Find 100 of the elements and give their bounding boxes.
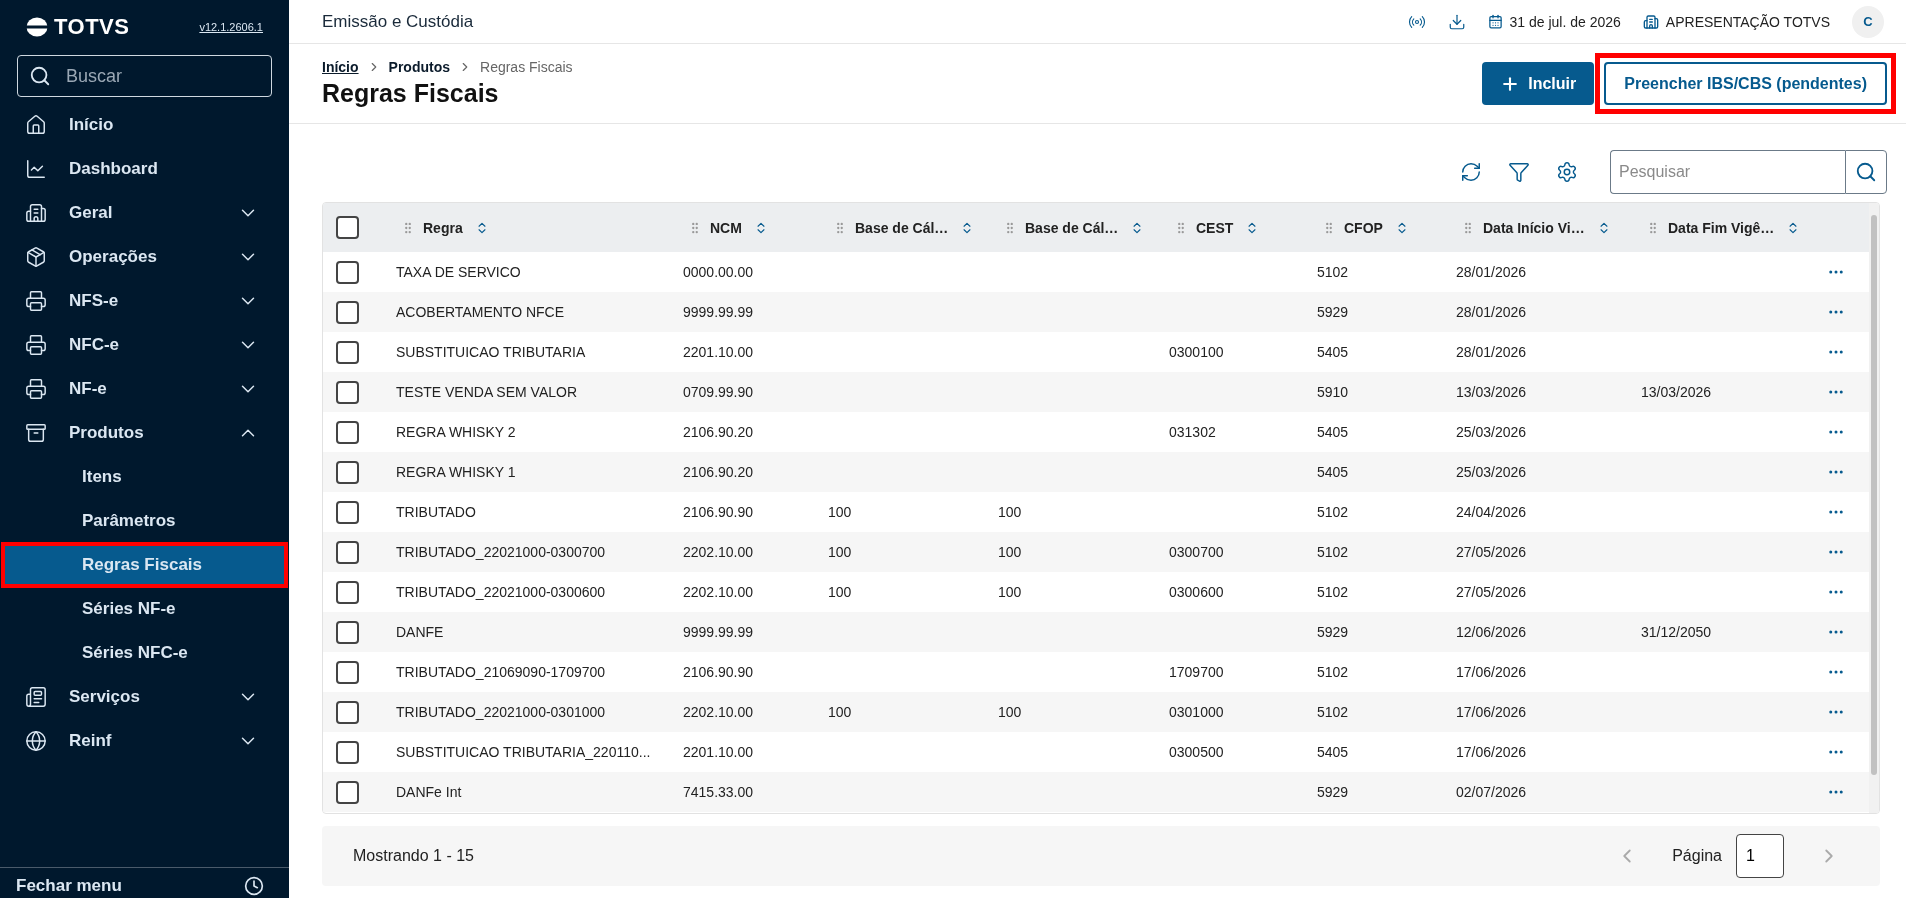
nav-item[interactable]: Operações [0, 235, 289, 279]
logo: TOTVS [26, 14, 130, 40]
table-cell-text: 0300500 [1168, 744, 1225, 760]
search-button[interactable] [1845, 150, 1887, 194]
refresh-icon[interactable] [1460, 161, 1482, 183]
nav-subitem[interactable]: Parâmetros [2, 499, 287, 543]
download-icon[interactable] [1447, 12, 1466, 31]
nav-item[interactable]: Dashboard [0, 147, 289, 191]
filter-icon[interactable] [1508, 161, 1530, 183]
table-cell-text: TRIBUTADO [395, 504, 477, 520]
breadcrumb-item[interactable]: Início [322, 59, 359, 75]
search-field[interactable]: Buscar [17, 55, 272, 97]
column-header[interactable]: Base de Cál… [813, 219, 983, 236]
row-checkbox[interactable] [336, 580, 359, 604]
table-cell-text: 5405 [1316, 744, 1350, 760]
table-cell-text: 0000.00.00 [682, 264, 755, 280]
table-cell-text: TRIBUTADO_22021000-0300600 [395, 584, 607, 600]
table-cell-text: 0300700 [1168, 544, 1225, 560]
column-header[interactable]: CFOP [1302, 219, 1441, 236]
table-cell-text: 17/06/2026 [1455, 744, 1528, 760]
page-field[interactable]: 1 [1736, 834, 1784, 878]
nav-icon [25, 114, 47, 136]
table-cell-text: TRIBUTADO_22021000-0301000 [395, 704, 607, 720]
nav-subitem[interactable]: Séries NF-e [2, 587, 287, 631]
table-cell-text: 9999.99.99 [682, 624, 755, 640]
table-cell-text: 5929 [1316, 624, 1350, 640]
column-header[interactable]: Data Fim Vigê… [1626, 219, 1821, 236]
breadcrumb-current: Regras Fiscais [480, 59, 573, 75]
nav-subitem[interactable]: Regras Fiscais [2, 543, 287, 587]
row-checkbox[interactable] [336, 540, 359, 564]
nav-item[interactable]: Reinf [0, 719, 289, 763]
row-checkbox[interactable] [336, 660, 359, 684]
row-checkbox[interactable] [336, 260, 359, 284]
table-cell-text: 17/06/2026 [1455, 664, 1528, 680]
row-checkbox[interactable] [336, 620, 359, 644]
table-cell-text: 28/01/2026 [1455, 304, 1528, 320]
search-input[interactable]: Pesquisar [1610, 150, 1845, 194]
table-cell-text: 17/06/2026 [1455, 704, 1528, 720]
calendar-icon [1487, 14, 1503, 29]
scrollbar[interactable] [1869, 203, 1879, 813]
table-cell-text: 31/12/2050 [1640, 624, 1713, 640]
row-checkbox[interactable] [336, 420, 359, 444]
row-checkbox[interactable] [336, 340, 359, 364]
table-cell-text: 5929 [1316, 304, 1350, 320]
table-cell-text: 27/05/2026 [1455, 544, 1528, 560]
select-all-checkbox[interactable] [336, 216, 359, 239]
row-checkbox[interactable] [336, 300, 359, 324]
table-cell-text: 100 [827, 584, 853, 600]
nav-icon [25, 202, 47, 224]
nav-subitem[interactable]: Séries NFC-e [2, 631, 287, 675]
row-checkbox[interactable] [336, 460, 359, 484]
table-cell-text: REGRA WHISKY 1 [395, 464, 517, 480]
nav-item[interactable]: NFS-e [0, 279, 289, 323]
collapse-menu-label[interactable]: Fechar menu [16, 876, 122, 896]
table-cell-text: 02/07/2026 [1455, 784, 1528, 800]
table-cell-text: 25/03/2026 [1455, 464, 1528, 480]
table-cell-text: 27/05/2026 [1455, 584, 1528, 600]
table-cell-text: 2106.90.20 [682, 464, 755, 480]
nav-icon [25, 686, 47, 708]
table-cell-text: 5102 [1316, 544, 1350, 560]
breadcrumb-item[interactable]: Produtos [388, 59, 450, 75]
table-cell-text: 2106.90.20 [682, 424, 755, 440]
nav-item[interactable]: Serviços [0, 675, 289, 719]
row-checkbox[interactable] [336, 700, 359, 724]
table-cell-text: 2201.10.00 [682, 744, 755, 760]
column-header[interactable]: Base de Cál… [983, 219, 1154, 236]
user-avatar[interactable]: C [1852, 5, 1884, 38]
nav-subitem[interactable]: Itens [2, 455, 287, 499]
nav-icon [25, 158, 47, 180]
fill-button[interactable]: Preencher IBS/CBS (pendentes) [1604, 62, 1887, 105]
column-header[interactable]: CEST [1154, 219, 1302, 236]
table-cell-text: 9999.99.99 [682, 304, 755, 320]
table-cell-text: TRIBUTADO_21069090-1709700 [395, 664, 607, 680]
table-cell-text: 5910 [1316, 384, 1350, 400]
nav-item[interactable]: NF-e [0, 367, 289, 411]
version-link[interactable]: v12.1.2606.1 [199, 21, 263, 33]
table-cell-text: 2106.90.90 [682, 504, 755, 520]
building-icon [1642, 13, 1659, 30]
date-label[interactable]: 31 de jul. de 2026 [1509, 13, 1621, 30]
nav-item[interactable]: Início [0, 103, 289, 147]
table-cell-text: 5102 [1316, 264, 1350, 280]
table-cell-text: ACOBERTAMENTO NFCE [395, 304, 566, 320]
column-header[interactable]: Data Início Vi… [1441, 219, 1626, 236]
add-button[interactable]: Incluir [1482, 62, 1595, 105]
table-cell-text: 5102 [1316, 704, 1350, 720]
nav-item[interactable]: NFC-e [0, 323, 289, 367]
column-header[interactable]: NCM [668, 219, 813, 236]
table-cell-text: 25/03/2026 [1455, 424, 1528, 440]
row-checkbox[interactable] [336, 380, 359, 404]
table-cell-text: 2202.10.00 [682, 584, 755, 600]
nav-item[interactable]: Geral [0, 191, 289, 235]
company-label[interactable]: APRESENTAÇÃO TOTVS [1665, 13, 1830, 30]
settings-icon[interactable] [1556, 161, 1578, 183]
row-checkbox[interactable] [336, 500, 359, 524]
nav-icon [25, 334, 47, 356]
row-checkbox[interactable] [336, 780, 359, 804]
table-cell-text: 2202.10.00 [682, 704, 755, 720]
row-checkbox[interactable] [336, 740, 359, 764]
nav-item[interactable]: Produtos [0, 411, 289, 455]
column-header[interactable]: Regra [381, 219, 668, 236]
